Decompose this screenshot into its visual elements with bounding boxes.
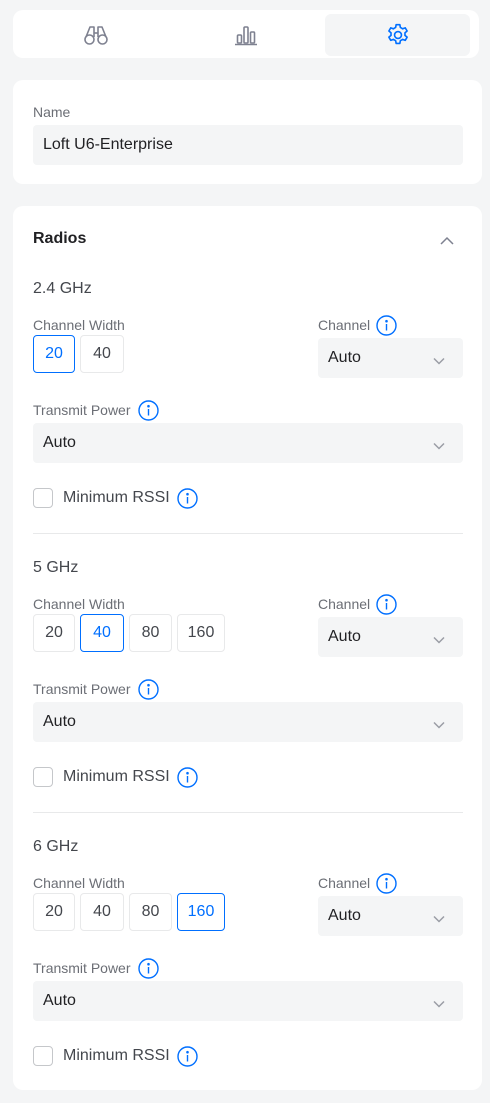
band-2-4ghz: 2.4 GHz Channel Width 20 40 Channel Auto… [13, 280, 482, 530]
channel-width-label: Channel Width [33, 317, 125, 333]
chevron-down-icon [433, 716, 445, 734]
channel-select[interactable]: Auto [318, 896, 463, 936]
channel-select[interactable]: Auto [318, 338, 463, 378]
transmit-power-select[interactable]: Auto [33, 981, 463, 1021]
info-icon[interactable] [376, 594, 397, 615]
channel-label: Channel [318, 875, 371, 891]
transmit-power-label: Transmit Power [33, 681, 131, 697]
chevron-down-icon [433, 437, 445, 455]
transmit-power-value: Auto [43, 992, 76, 1009]
info-icon[interactable] [177, 488, 198, 509]
chevron-down-icon [433, 631, 445, 649]
band-6ghz: 6 GHz Channel Width 20 40 80 160 Channel… [13, 838, 482, 1088]
channel-label: Channel [318, 317, 371, 333]
channel-width-160-button[interactable]: 160 [177, 614, 225, 652]
collapse-button[interactable] [437, 232, 457, 250]
gear-icon [385, 22, 411, 48]
name-input[interactable] [33, 125, 463, 165]
binoculars-icon [83, 24, 109, 46]
band-title: 2.4 GHz [33, 280, 92, 297]
minimum-rssi-label: Minimum RSSI [63, 1047, 170, 1064]
band-title: 6 GHz [33, 838, 79, 855]
minimum-rssi-checkbox[interactable] [33, 1046, 53, 1066]
chevron-up-icon [440, 232, 454, 250]
channel-width-20-button[interactable]: 20 [33, 335, 75, 373]
channel-width-20-button[interactable]: 20 [33, 614, 75, 652]
info-icon[interactable] [138, 679, 159, 700]
channel-value: Auto [328, 907, 361, 924]
info-icon[interactable] [376, 873, 397, 894]
channel-width-40-button[interactable]: 40 [80, 335, 124, 373]
radios-title: Radios [33, 230, 87, 247]
chevron-down-icon [433, 352, 445, 370]
channel-width-label: Channel Width [33, 875, 125, 891]
chevron-down-icon [433, 910, 445, 928]
channel-width-80-button[interactable]: 80 [129, 614, 172, 652]
chevron-down-icon [433, 995, 445, 1013]
channel-width-80-button[interactable]: 80 [129, 893, 172, 931]
name-label: Name [33, 104, 71, 120]
transmit-power-select[interactable]: Auto [33, 423, 463, 463]
minimum-rssi-label: Minimum RSSI [63, 768, 170, 785]
channel-width-40-button[interactable]: 40 [80, 614, 124, 652]
info-icon[interactable] [177, 767, 198, 788]
channel-width-40-button[interactable]: 40 [80, 893, 124, 931]
transmit-power-label: Transmit Power [33, 960, 131, 976]
info-icon[interactable] [138, 958, 159, 979]
radios-card: Radios 2.4 GHz Channel Width 20 40 Chann… [13, 206, 482, 1090]
tab-settings[interactable] [325, 14, 470, 56]
channel-width-20-button[interactable]: 20 [33, 893, 75, 931]
minimum-rssi-checkbox[interactable] [33, 488, 53, 508]
info-icon[interactable] [138, 400, 159, 421]
minimum-rssi-checkbox[interactable] [33, 767, 53, 787]
divider [33, 812, 463, 813]
channel-label: Channel [318, 596, 371, 612]
info-icon[interactable] [376, 315, 397, 336]
info-icon[interactable] [177, 1046, 198, 1067]
bar-chart-icon [234, 24, 258, 46]
channel-width-160-button[interactable]: 160 [177, 893, 225, 931]
divider [33, 533, 463, 534]
tab-overview[interactable] [23, 14, 168, 56]
transmit-power-value: Auto [43, 434, 76, 451]
tab-bar [13, 10, 479, 58]
tab-statistics[interactable] [173, 14, 318, 56]
transmit-power-value: Auto [43, 713, 76, 730]
band-title: 5 GHz [33, 559, 79, 576]
channel-width-label: Channel Width [33, 596, 125, 612]
channel-value: Auto [328, 349, 361, 366]
band-5ghz: 5 GHz Channel Width 20 40 80 160 Channel… [13, 559, 482, 809]
transmit-power-label: Transmit Power [33, 402, 131, 418]
transmit-power-select[interactable]: Auto [33, 702, 463, 742]
channel-value: Auto [328, 628, 361, 645]
channel-select[interactable]: Auto [318, 617, 463, 657]
minimum-rssi-label: Minimum RSSI [63, 489, 170, 506]
name-card: Name [13, 80, 482, 184]
